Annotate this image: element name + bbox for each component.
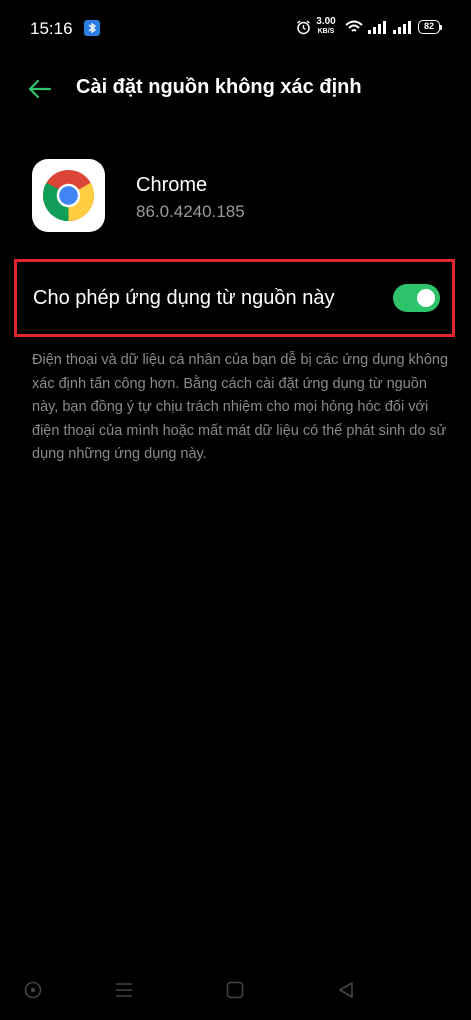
network-speed-unit: KB/S xyxy=(317,28,335,35)
back-icon[interactable] xyxy=(337,981,355,999)
back-arrow-icon[interactable] xyxy=(26,75,54,103)
network-speed-value: 3.00 xyxy=(316,16,336,27)
status-bar: 15:16 3.00 KB/S 82 xyxy=(0,0,471,58)
battery-tip xyxy=(440,25,442,30)
signal-icon-sim2 xyxy=(393,21,411,34)
status-time: 15:16 xyxy=(30,19,73,38)
allow-source-label[interactable]: Cho phép ứng dụng từ nguồn này xyxy=(33,287,334,310)
app-name: Chrome xyxy=(136,174,208,196)
alarm-icon xyxy=(297,20,310,35)
toggle-knob xyxy=(417,289,435,307)
allow-source-toggle[interactable] xyxy=(393,284,440,312)
network-speed: 3.00 KB/S xyxy=(314,17,338,36)
assistant-icon[interactable] xyxy=(24,981,42,999)
page-title: Cài đặt nguồn không xác định xyxy=(76,76,362,98)
signal-icon-sim1 xyxy=(368,21,386,34)
wifi-icon xyxy=(345,20,363,32)
notification-app-icon xyxy=(84,20,100,36)
battery-icon: 82 xyxy=(418,20,440,34)
warning-description: Điện thoại và dữ liệu cá nhân của bạn dễ… xyxy=(32,352,449,462)
menu-icon[interactable] xyxy=(115,981,133,999)
home-icon[interactable] xyxy=(226,981,244,999)
chrome-icon xyxy=(32,159,105,232)
navigation-bar xyxy=(0,970,471,1012)
app-version: 86.0.4240.185 xyxy=(136,202,245,221)
